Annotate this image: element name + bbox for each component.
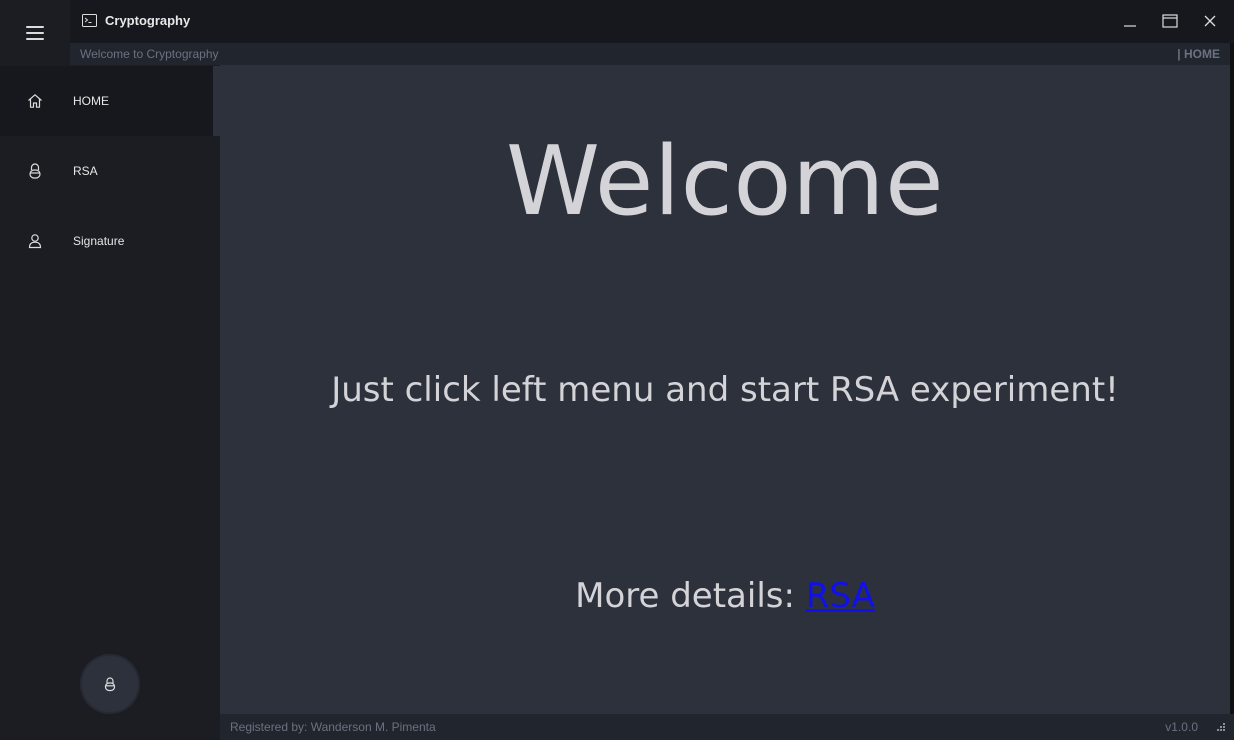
- close-button[interactable]: [1195, 6, 1225, 36]
- home-icon: [0, 66, 70, 136]
- subtitle-label: Welcome to Cryptography: [80, 47, 219, 61]
- menu-item-rsa[interactable]: RSA: [0, 136, 220, 206]
- close-icon: [1204, 15, 1216, 27]
- lock-icon: [0, 136, 70, 206]
- welcome-heading: Welcome: [505, 127, 945, 237]
- window-title: Cryptography: [105, 13, 191, 28]
- menu-item-label: Signature: [73, 234, 125, 248]
- lock-icon: [104, 677, 116, 692]
- rsa-link[interactable]: RSA: [806, 576, 875, 616]
- user-icon: [0, 206, 70, 276]
- main-content: Welcome Just click left menu and start R…: [220, 65, 1230, 714]
- window-edge: [1230, 43, 1234, 740]
- menu-item-label: RSA: [73, 164, 98, 178]
- title-bar[interactable]: Cryptography: [70, 0, 1234, 43]
- left-menu: HOME RSA Signature: [0, 0, 220, 740]
- minimize-icon: [1124, 25, 1136, 27]
- details-line: More details: RSA: [220, 574, 1230, 618]
- avatar-button[interactable]: [80, 654, 140, 714]
- instruction-text: Just click left menu and start RSA exper…: [331, 370, 1119, 410]
- status-bar: Registered by: Wanderson M. Pimenta v1.0…: [220, 714, 1234, 740]
- terminal-icon: [82, 14, 97, 27]
- info-bar: Welcome to Cryptography | HOME: [70, 43, 1230, 65]
- version-label: v1.0.0: [1165, 720, 1198, 734]
- maximize-button[interactable]: [1155, 6, 1185, 36]
- menu-item-label: HOME: [73, 94, 109, 108]
- credits-label: Registered by: Wanderson M. Pimenta: [230, 720, 436, 734]
- maximize-icon: [1162, 14, 1178, 28]
- app-window: HOME RSA Signature Cryptography Welcome …: [0, 0, 1234, 740]
- menu-item-home[interactable]: HOME: [0, 66, 220, 136]
- resize-grip-icon[interactable]: [1216, 722, 1226, 732]
- menu-toggle-button[interactable]: [0, 0, 70, 65]
- hamburger-icon: [26, 25, 44, 40]
- minimize-button[interactable]: [1115, 6, 1145, 36]
- details-prefix: More details:: [575, 576, 806, 616]
- menu-item-signature[interactable]: Signature: [0, 206, 220, 276]
- current-page-label: | HOME: [1177, 47, 1220, 61]
